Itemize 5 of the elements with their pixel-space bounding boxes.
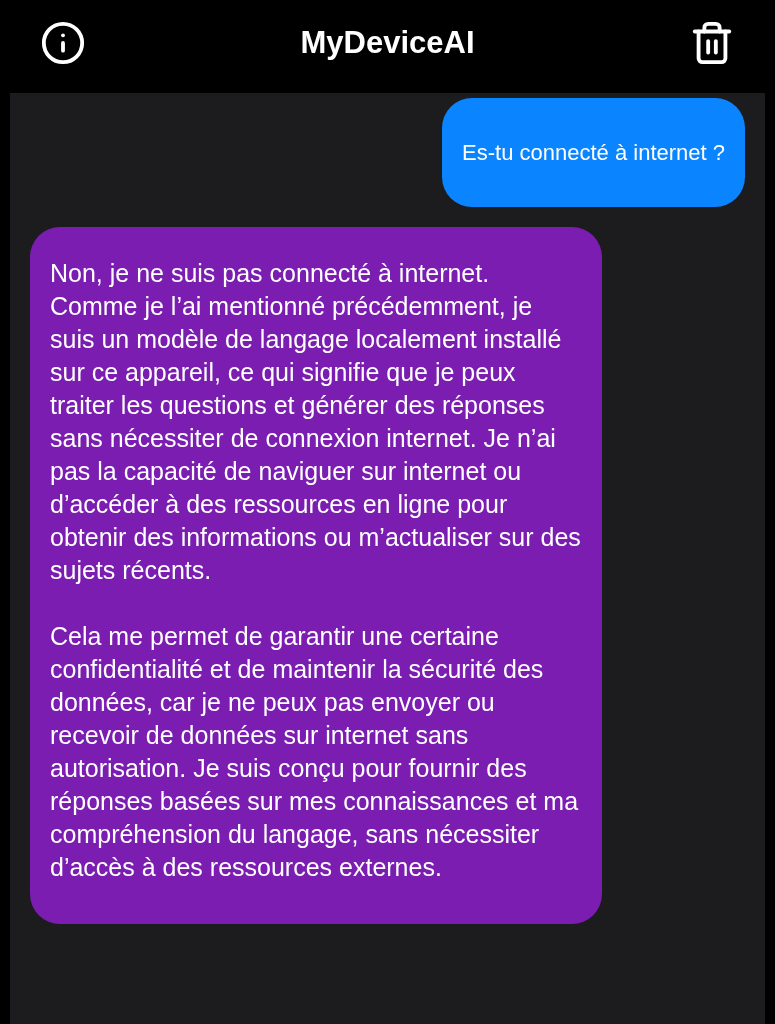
message-text: Non, je ne suis pas connecté à internet. Comme je l’ai mentionné précédemment, je suis un modèle de langage localement installé sur ce appareil, ce qui signifie que je peux traiter les questions et générer des réponses sans nécessiter de connexion internet. Je n’ai pas la capacité de naviguer sur internet ou d’accéder à des ressources en ligne pour obtenir des informations ou m’actualiser sur des sujets récents.	[50, 258, 582, 586]
message-text: Es-tu connecté à internet ?	[462, 139, 725, 167]
message-text: Cela me permet de garantir une certaine confidentialité et de maintenir la sécurité des données, car je ne peux pas envoyer ou recevoir de données sur internet sans autorisation. Je suis conçu pour fournir des réponses basées sur mes connaissances et ma compréhension du langage, sans nécessiter d’accès à des ressources externes.	[50, 621, 580, 883]
app-title: MyDeviceAI	[300, 24, 475, 61]
info-icon[interactable]	[40, 19, 86, 66]
